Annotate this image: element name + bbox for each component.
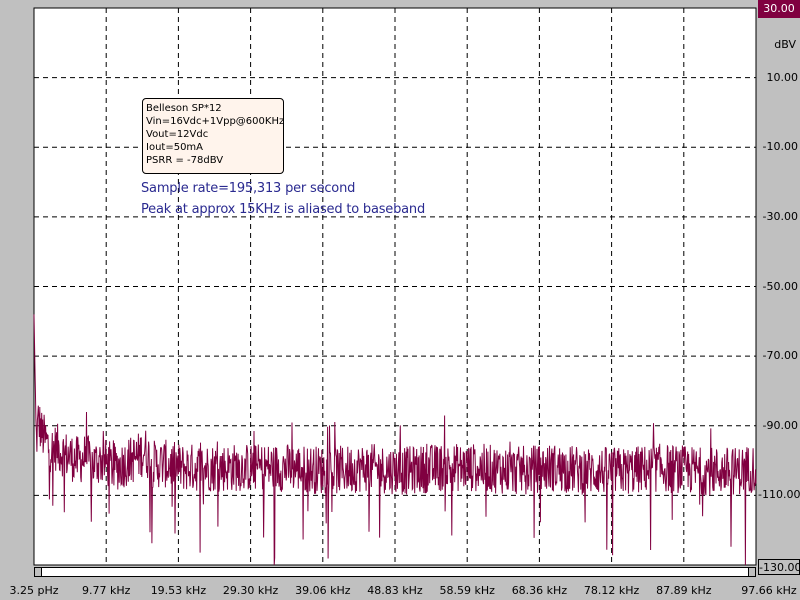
legend-box: Belleson SP*12 Vin=16Vdc+1Vpp@600KHz Vou… [142, 98, 284, 174]
x-tick-label: 97.66 kHz [741, 584, 797, 597]
y-tick-label: -30.00 [762, 209, 798, 223]
y-tick-label: -70.00 [762, 349, 798, 363]
x-tick-label: 9.77 kHz [81, 584, 131, 597]
y-tick-label: 10.00 [766, 70, 799, 84]
x-tick-label: 58.59 kHz [439, 584, 495, 597]
legend-line: PSRR = -78dBV [146, 155, 224, 166]
y-tick-label: -50.00 [762, 279, 798, 293]
x-tick-label: 19.53 kHz [150, 584, 207, 597]
annotation-peak-note: Peak at approx 15KHz is aliased to baseb… [141, 202, 426, 217]
annotation-sample-rate: Sample rate=195,313 per second [141, 181, 356, 196]
horizontal-scrollbar[interactable] [34, 567, 756, 577]
legend-line: Vout=12Vdc [146, 129, 209, 140]
scroll-right-button[interactable] [748, 568, 755, 576]
x-tick-label: 39.06 kHz [295, 584, 351, 597]
x-tick-label: 68.36 kHz [511, 584, 568, 597]
x-tick-label: 78.12 kHz [583, 584, 640, 597]
legend-line: Iout=50mA [146, 142, 204, 153]
legend-line: Belleson SP*12 [146, 103, 222, 114]
y-tick-label: -90.00 [762, 418, 798, 432]
y-tick-label: -10.00 [762, 140, 798, 154]
y-tick-top: 30.00 [758, 0, 800, 18]
x-tick-label: 3.25 pHz [9, 584, 59, 597]
chart-frame: 30.00 dBV 10.00 -10.00 -30.00 -50.00 -70.00 -… [0, 0, 800, 600]
y-tick-label: -110.00 [758, 488, 800, 502]
y-tick-bottom: -130.00 [758, 559, 800, 575]
y-unit-label: dBV [774, 38, 796, 51]
scroll-left-button[interactable] [35, 568, 42, 576]
legend-line: Vin=16Vdc+1Vpp@600KHz [146, 116, 285, 127]
x-tick-label: 48.83 kHz [367, 584, 423, 597]
x-tick-label: 29.30 kHz [222, 584, 279, 597]
x-tick-label: 87.89 kHz [656, 584, 712, 597]
chart-svg [33, 7, 757, 566]
